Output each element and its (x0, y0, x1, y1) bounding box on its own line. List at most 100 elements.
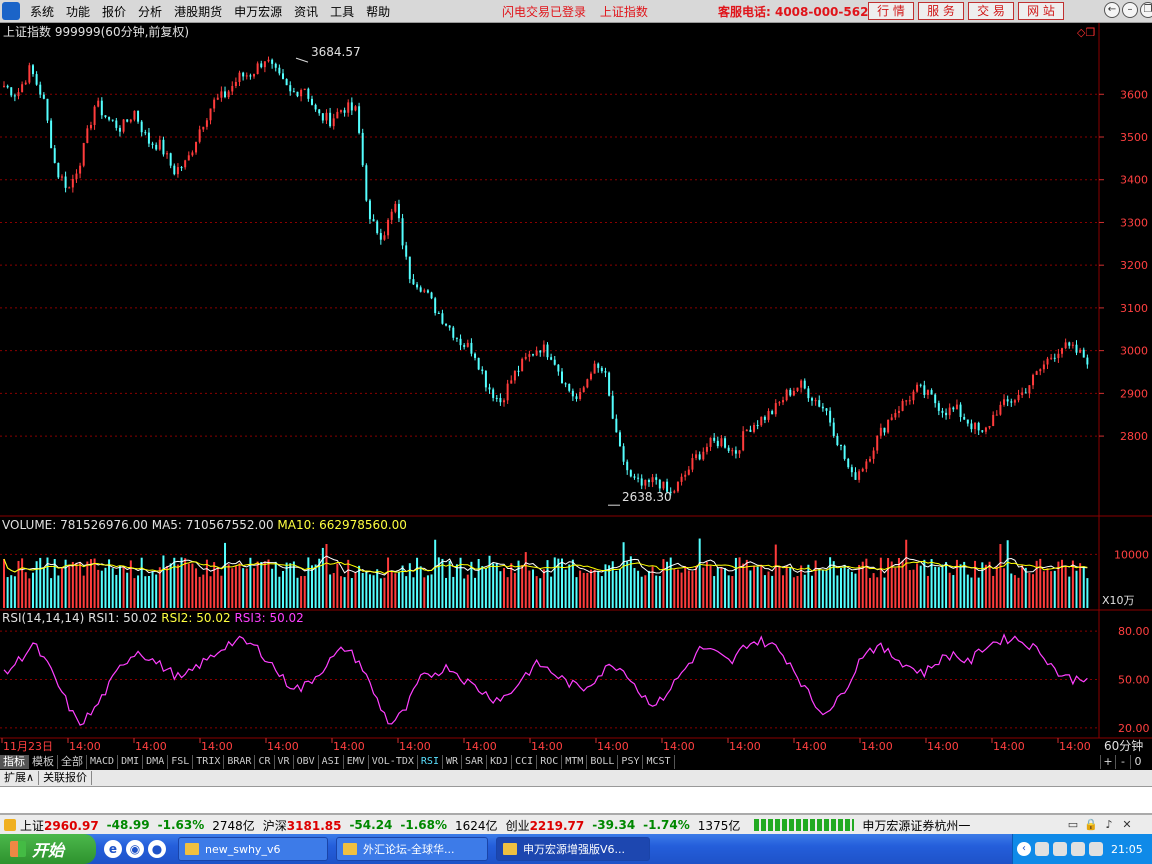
tab-all[interactable]: 全部 (58, 755, 87, 769)
tab-expand[interactable]: 扩展∧ (0, 771, 40, 785)
service-button[interactable]: 服 务 (918, 2, 964, 20)
tray-security-icon[interactable] (1053, 842, 1067, 856)
media-icon[interactable]: ◉ (126, 840, 144, 858)
back-icon[interactable]: ← (1104, 2, 1120, 18)
index-hs-volume: 1624亿 (455, 818, 498, 833)
index-chinext[interactable]: 创业2219.77 (506, 817, 585, 834)
menu-system[interactable]: 系统 (30, 3, 54, 20)
chart-area[interactable]: 3600 3500 3400 3300 3200 3100 3000 2900 2800 100… (0, 23, 1152, 756)
menu-hk-futures[interactable]: 港股期货 (174, 3, 222, 20)
tab-trix[interactable]: TRIX (193, 755, 225, 769)
tray-app-icon[interactable] (1071, 842, 1085, 856)
candle-body (35, 74, 38, 85)
website-button[interactable]: 网 站 (1018, 2, 1064, 20)
candle-body (528, 354, 531, 357)
calendar-icon[interactable]: ▭ (1066, 818, 1080, 832)
candle-body (676, 481, 679, 492)
candle-body (144, 132, 147, 134)
menu-analysis[interactable]: 分析 (138, 3, 162, 20)
menu-news[interactable]: 资讯 (294, 3, 318, 20)
tab-asi[interactable]: ASI (319, 755, 344, 769)
menu-quote[interactable]: 报价 (102, 3, 126, 20)
restore-icon[interactable]: ❐ (1140, 2, 1152, 18)
expand-tray-icon[interactable]: ‹ (1017, 842, 1031, 856)
menu-function[interactable]: 功能 (66, 3, 90, 20)
index-hs-pct: -1.68% (400, 818, 448, 832)
tab-template[interactable]: 模板 (29, 755, 58, 769)
menu-tools[interactable]: 工具 (330, 3, 354, 20)
task-forum[interactable]: 外汇论坛-全球华... (336, 837, 488, 861)
sub-tab-bar: 扩展∧ 关联报价 (0, 770, 1152, 787)
minimize-icon[interactable]: – (1122, 2, 1138, 18)
volume-bar (553, 557, 556, 608)
tab-obv[interactable]: OBV (294, 755, 319, 769)
menu-help[interactable]: 帮助 (366, 3, 390, 20)
task-swhy-app[interactable]: 申万宏源增强版V6... (496, 837, 650, 861)
volume-bar (390, 570, 393, 608)
tab-indicator[interactable]: 指标 (0, 755, 29, 769)
reset-button[interactable]: 0 (1130, 755, 1145, 769)
tab-dmi[interactable]: DMI (118, 755, 144, 769)
tab-kdj[interactable]: KDJ (487, 755, 513, 769)
tab-rsi[interactable]: RSI (418, 755, 443, 769)
ie-icon[interactable]: e (104, 840, 122, 858)
tab-macd[interactable]: MACD (87, 755, 119, 769)
tab-wr[interactable]: WR (443, 755, 463, 769)
menu-swhy[interactable]: 申万宏源 (234, 3, 282, 20)
tab-sar[interactable]: SAR (462, 755, 488, 769)
zoom-in-button[interactable]: + (1100, 755, 1115, 769)
browser-icon[interactable]: ● (148, 840, 166, 858)
tab-cci[interactable]: CCI (512, 755, 538, 769)
tray-network-icon[interactable] (1035, 842, 1049, 856)
sound-icon[interactable]: ♪ (1102, 818, 1116, 832)
candle-body (876, 435, 879, 451)
current-index-link[interactable]: 上证指数 (600, 5, 648, 19)
status-icon[interactable] (4, 819, 16, 831)
start-button[interactable]: 开始 (0, 834, 96, 864)
volume-bar (937, 567, 940, 608)
volume-bar (463, 578, 466, 608)
tab-mtm[interactable]: MTM (562, 755, 588, 769)
volume-bar (3, 559, 5, 608)
volume-bar (600, 576, 603, 608)
tab-cr[interactable]: CR (255, 755, 275, 769)
tab-fsl[interactable]: FSL (168, 755, 194, 769)
tab-psy[interactable]: PSY (618, 755, 644, 769)
candle-body (992, 414, 995, 427)
index-hs[interactable]: 沪深3181.85 (263, 817, 342, 834)
tab-related-quote[interactable]: 关联报价 (39, 771, 93, 785)
zoom-out-button[interactable]: - (1115, 755, 1130, 769)
period-label[interactable]: 60分钟 (1104, 738, 1143, 753)
candle-body (1086, 357, 1089, 365)
tray-volume-icon[interactable] (1089, 842, 1103, 856)
market-button[interactable]: 行 情 (868, 2, 914, 20)
task-folder[interactable]: new_swhy_v6 (178, 837, 328, 861)
time-label: 14:00 (333, 740, 365, 753)
tab-boll[interactable]: BOLL (587, 755, 619, 769)
tab-roc[interactable]: ROC (537, 755, 563, 769)
volume-bar (814, 560, 817, 608)
lock-icon[interactable]: 🔒 (1084, 818, 1098, 832)
tab-vr[interactable]: VR (275, 755, 294, 769)
volume-bar (550, 576, 553, 608)
tab-dma[interactable]: DMA (143, 755, 169, 769)
candle-body (195, 141, 198, 153)
candle-body (79, 165, 82, 174)
volume-bar (687, 570, 690, 608)
close-panel-icon[interactable]: ✕ (1120, 818, 1134, 832)
kline-chart[interactable]: 3600 3500 3400 3300 3200 3100 3000 2900 2800 100… (0, 23, 1152, 756)
candle-body (310, 98, 313, 105)
candle-body (332, 118, 335, 127)
tab-emv[interactable]: EMV (344, 755, 369, 769)
chart-corner-icon[interactable]: ◇❐ (1077, 26, 1095, 39)
tab-vol-tdx[interactable]: VOL-TDX (369, 755, 418, 769)
candle-body (358, 106, 361, 133)
trade-button[interactable]: 交 易 (968, 2, 1014, 20)
volume-bar (832, 561, 835, 608)
volume-bar (948, 572, 951, 608)
index-shanghai[interactable]: 上证2960.97 (20, 817, 99, 834)
volume-bar (778, 566, 781, 608)
tab-brar[interactable]: BRAR (224, 755, 256, 769)
tab-mcst[interactable]: MCST (643, 755, 675, 769)
candle-body (13, 95, 16, 97)
